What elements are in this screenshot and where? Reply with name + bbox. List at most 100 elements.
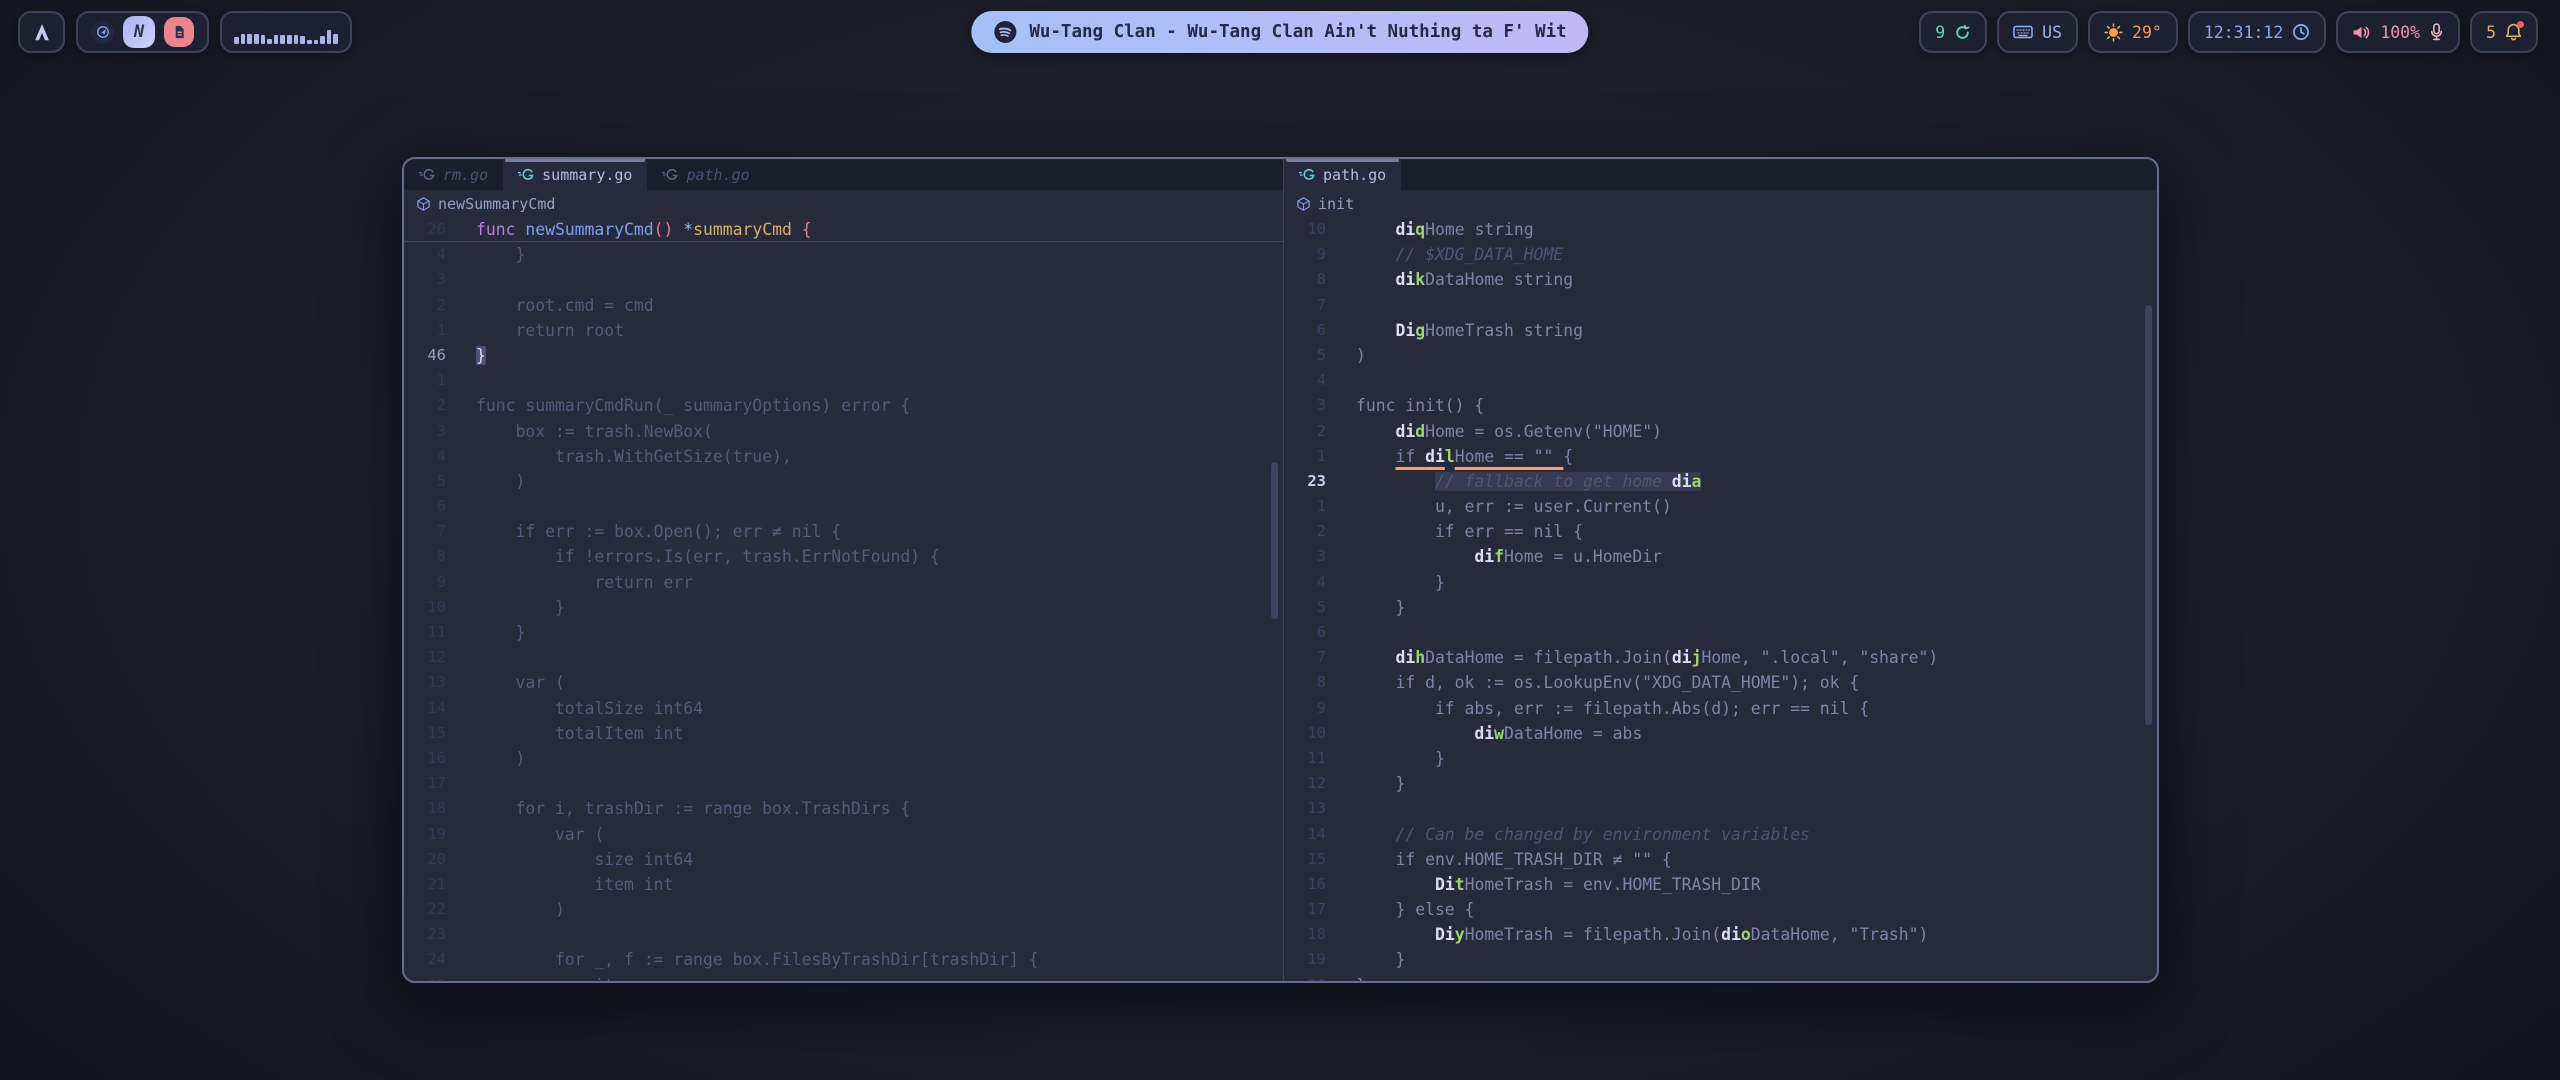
code-line: 11 } — [1284, 746, 2157, 771]
code-line: 26func newSummaryCmd() *summaryCmd { — [404, 217, 1283, 242]
line-number: 11 — [1284, 746, 1342, 771]
line-number: 4 — [404, 444, 462, 469]
keyboard-icon — [2013, 24, 2033, 40]
document-icon — [172, 24, 187, 40]
code-text: func init() { — [1356, 393, 1484, 418]
clock-icon — [2292, 23, 2310, 41]
visualizer-bars — [234, 20, 338, 44]
code-line: 8 dikDataHome string — [1284, 267, 2157, 292]
code-line: 7 — [1284, 293, 2157, 318]
code-text: } — [1356, 746, 1445, 771]
line-number: 2 — [1284, 419, 1342, 444]
line-number: 24 — [404, 947, 462, 972]
visualizer-bar — [234, 37, 239, 44]
line-number: 18 — [404, 796, 462, 821]
code-text: DigHomeTrash string — [1356, 318, 1583, 343]
now-playing-title: Wu-Tang Clan - Wu-Tang Clan Ain't Nuthin… — [1029, 22, 1566, 42]
right-tabbar: path.go — [1284, 159, 2157, 190]
tab-rm-go[interactable]: rm.go — [404, 159, 503, 190]
notification-badge — [2517, 21, 2524, 28]
notifications-widget[interactable]: 5 — [2470, 11, 2538, 53]
neovim-app-button[interactable]: N — [123, 16, 155, 48]
code-line: 1 — [404, 368, 1283, 393]
code-line: 14 totalSize int64 — [404, 696, 1283, 721]
updates-widget[interactable]: 9 — [1919, 11, 1987, 53]
right-code-area[interactable]: 10 diqHome string9 // $XDG_DATA_HOME8 di… — [1284, 217, 2157, 981]
code-text: item int — [476, 872, 673, 897]
breadcrumb-symbol: init — [1318, 195, 1354, 213]
line-number: 1 — [1284, 494, 1342, 519]
left-breadcrumb: newSummaryCmd — [404, 190, 1283, 217]
code-line: 16 DitHomeTrash = env.HOME_TRASH_DIR — [1284, 872, 2157, 897]
code-line: 13 var ( — [404, 670, 1283, 695]
line-number: 8 — [1284, 670, 1342, 695]
visualizer-bar — [294, 35, 299, 44]
updates-count: 9 — [1935, 23, 1945, 42]
browser-app-button[interactable] — [91, 21, 114, 44]
code-text: return root — [476, 318, 624, 343]
line-number: 16 — [1284, 872, 1342, 897]
code-line: 6 — [404, 494, 1283, 519]
code-text: root.cmd = cmd — [476, 293, 654, 318]
line-number: 20 — [404, 847, 462, 872]
code-line: 15 if env.HOME_TRASH_DIR ≠ "" { — [1284, 847, 2157, 872]
left-scrollbar-thumb[interactable] — [1271, 462, 1278, 619]
code-line: 2 root.cmd = cmd — [404, 293, 1283, 318]
code-line: 21 item int — [404, 872, 1283, 897]
code-line: 18 for i, trashDir := range box.TrashDir… — [404, 796, 1283, 821]
keyboard-layout-widget[interactable]: US — [1997, 11, 2078, 53]
code-line: 4 } — [1284, 570, 2157, 595]
code-line: 9 return err — [404, 570, 1283, 595]
launcher-button[interactable] — [18, 11, 65, 53]
code-text: dihDataHome = filepath.Join(dijHome, ".l… — [1356, 645, 1938, 670]
tab-path-go-left[interactable]: path.go — [647, 159, 764, 190]
line-number: 4 — [1284, 368, 1342, 393]
code-text: } — [1356, 595, 1405, 620]
tab-path-go[interactable]: path.go — [1284, 159, 1401, 190]
audio-visualizer[interactable] — [220, 11, 352, 53]
volume-widget[interactable]: 100% — [2336, 11, 2460, 53]
now-playing-widget[interactable]: Wu-Tang Clan - Wu-Tang Clan Ain't Nuthin… — [971, 11, 1588, 53]
code-line: 25 item++ — [404, 973, 1283, 981]
code-text: if err := box.Open(); err ≠ nil { — [476, 519, 841, 544]
line-number: 6 — [404, 494, 462, 519]
clock-time: 12:31:12 — [2204, 23, 2283, 42]
code-line: 14 // Can be changed by environment vari… — [1284, 822, 2157, 847]
line-number: 2 — [404, 393, 462, 418]
visualizer-bar — [320, 36, 325, 44]
code-line: 11 } — [404, 620, 1283, 645]
line-number: 2 — [404, 293, 462, 318]
line-number: 12 — [1284, 771, 1342, 796]
tab-label: path.go — [686, 166, 749, 184]
line-number: 7 — [1284, 293, 1342, 318]
visualizer-bar — [254, 34, 259, 44]
line-number: 9 — [1284, 696, 1342, 721]
visualizer-bar — [300, 36, 305, 44]
weather-widget[interactable]: 29° — [2088, 11, 2178, 53]
code-line: 15 totalItem int — [404, 721, 1283, 746]
tab-summary-go[interactable]: summary.go — [503, 159, 647, 190]
editor-pane-right[interactable]: path.go init 10 diqHome string9 // $XDG_… — [1284, 159, 2157, 981]
code-text: if err == nil { — [1356, 519, 1583, 544]
code-text: trash.WithGetSize(true), — [476, 444, 792, 469]
clock-widget[interactable]: 12:31:12 — [2188, 11, 2326, 53]
code-line: 3 — [404, 267, 1283, 292]
code-line: 4 trash.WithGetSize(true), — [404, 444, 1283, 469]
code-line: 3 box := trash.NewBox( — [404, 419, 1283, 444]
right-scrollbar-thumb[interactable] — [2145, 305, 2152, 725]
code-line: 5 ) — [404, 469, 1283, 494]
line-number: 8 — [404, 544, 462, 569]
left-code-area[interactable]: 26func newSummaryCmd() *summaryCmd {4 }3… — [404, 217, 1283, 981]
document-app-button[interactable] — [164, 17, 194, 47]
taskbar-left: N — [18, 11, 352, 53]
code-text: diwDataHome = abs — [1356, 721, 1642, 746]
editor-pane-left[interactable]: rm.go summary.go path.go — [404, 159, 1284, 981]
line-number: 15 — [1284, 847, 1342, 872]
line-number: 1 — [404, 368, 462, 393]
line-number: 12 — [404, 645, 462, 670]
code-line: 13 — [1284, 796, 2157, 821]
line-number: 23 — [1284, 469, 1342, 494]
code-line: 4 — [1284, 368, 2157, 393]
code-text: if abs, err := filepath.Abs(d); err == n… — [1356, 696, 1869, 721]
code-line: 8 if d, ok := os.LookupEnv("XDG_DATA_HOM… — [1284, 670, 2157, 695]
